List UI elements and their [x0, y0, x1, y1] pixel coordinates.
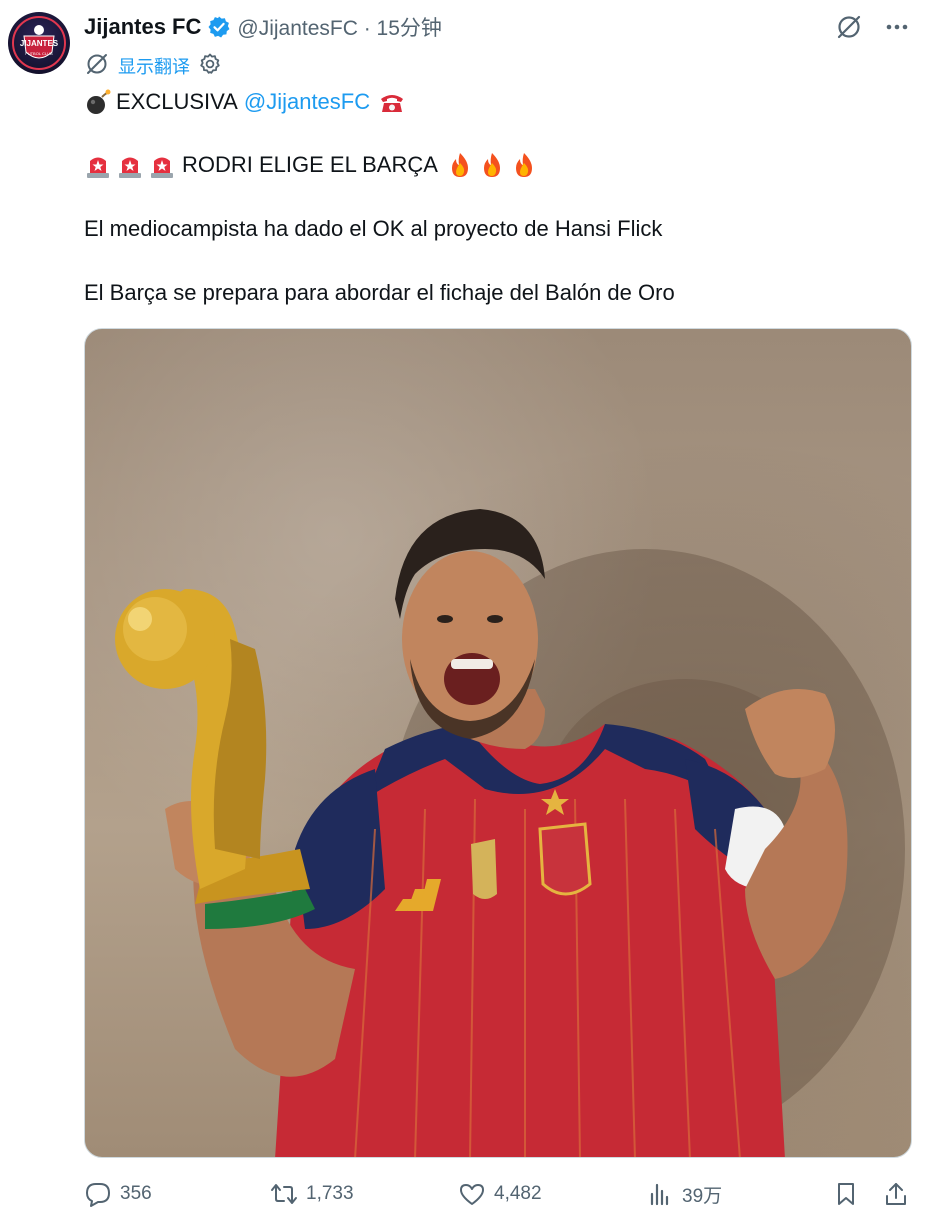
retweet-count: 1,733 [306, 1183, 354, 1204]
avatar-subtext: FUTBOL CLUB [25, 51, 53, 56]
tweet-line-2: RODRI ELIGE EL BARÇA [84, 148, 542, 182]
views-button[interactable]: 39万 [646, 1176, 722, 1212]
tweet-photo[interactable] [84, 328, 912, 1158]
bomb-emoji [84, 88, 112, 116]
retweet-icon [271, 1184, 297, 1204]
share-icon [886, 1183, 906, 1205]
tweet-card[interactable]: JIJANTES FUTBOL CLUB Jijantes FC @Jijant… [0, 0, 928, 1220]
siren-emoji [116, 151, 144, 179]
siren-emoji [84, 151, 112, 179]
avatar-text: JIJANTES [20, 39, 59, 48]
more-icon[interactable] [882, 12, 912, 42]
fire-emoji [510, 151, 538, 179]
fire-emoji [446, 151, 474, 179]
header-actions [834, 12, 912, 42]
tweet-actions: 356 1,733 4,482 39万 [84, 1176, 912, 1212]
like-icon [460, 1184, 484, 1205]
like-button[interactable]: 4,482 [458, 1176, 542, 1212]
tweet-line-3: El mediocampista ha dado el OK al proyec… [84, 216, 663, 241]
exclusive-label: EXCLUSIVA [116, 89, 238, 114]
siren-emoji [148, 151, 176, 179]
telephone-emoji [378, 88, 406, 116]
reply-icon [86, 1183, 110, 1207]
tweet-line-4: El Barça se prepara para abordar el fich… [84, 280, 675, 305]
headline-text: RODRI ELIGE EL BARÇA [182, 152, 438, 177]
share-button[interactable] [882, 1176, 910, 1212]
bookmark-button[interactable] [832, 1176, 860, 1212]
fire-emoji [478, 151, 506, 179]
tweet-line-1: EXCLUSIVA @JijantesFC [84, 86, 410, 118]
tweet-header: Jijantes FC @JijantesFC · 15分钟 [84, 12, 442, 42]
like-count: 4,482 [494, 1183, 542, 1204]
bookmark-icon [838, 1183, 854, 1205]
reply-button[interactable]: 356 [84, 1176, 152, 1212]
settings-icon[interactable] [198, 52, 222, 81]
views-icon [650, 1183, 669, 1206]
verified-badge-icon [207, 15, 231, 39]
translate-icon [84, 51, 110, 82]
avatar[interactable]: JIJANTES FUTBOL CLUB [8, 12, 70, 74]
reply-count: 356 [120, 1183, 152, 1204]
show-translation-link[interactable]: 显示翻译 [118, 53, 190, 79]
retweet-button[interactable]: 1,733 [270, 1176, 354, 1212]
views-count: 39万 [682, 1185, 723, 1207]
handle-and-time[interactable]: @JijantesFC · 15分钟 [237, 12, 442, 42]
translate-row: 显示翻译 [84, 52, 222, 80]
mention-link[interactable]: @JijantesFC [244, 89, 370, 115]
author-name[interactable]: Jijantes FC [84, 14, 201, 40]
grok-icon[interactable] [834, 12, 864, 42]
